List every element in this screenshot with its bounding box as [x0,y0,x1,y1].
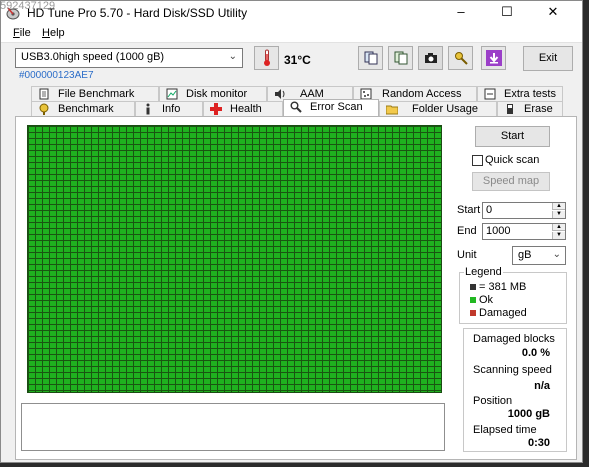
elapsed-time-value: 0:30 [527,437,550,449]
end-field[interactable]: 1000 ▲ ▼ [482,223,566,240]
legend-label: Ok [479,294,494,306]
health-icon [210,103,222,115]
menu-file[interactable]: File [13,27,31,39]
unit-select-value: gB [518,249,532,261]
disk-monitor-icon [166,88,178,100]
minimize-button[interactable]: – [438,1,484,25]
spin-up-icon[interactable]: ▲ [552,224,565,231]
tab-info[interactable]: Info [135,101,203,116]
tab-extra-tests[interactable]: Extra tests [477,86,563,101]
spin-down-icon[interactable]: ▼ [552,232,565,239]
screenshot-button[interactable] [418,46,443,70]
tab-file-benchmark[interactable]: File Benchmark [31,86,159,101]
legend-swatch [470,310,476,317]
tab-disk-monitor[interactable]: Disk monitor [159,86,267,101]
thermometer-icon [263,49,270,66]
temperature-button[interactable] [254,46,279,70]
window-title: HD Tune Pro 5.70 - Hard Disk/SSD Utility [27,6,248,20]
copy-screen-button[interactable] [388,46,413,70]
unit-label: Unit [457,249,477,261]
extra-tests-icon [484,88,496,100]
options-button[interactable] [448,46,473,70]
benchmark-icon [39,103,49,115]
unit-select[interactable]: gB ⌄ [512,246,566,265]
start-field-label: Start [457,204,481,216]
menu-help-label: elp [49,27,65,39]
file-benchmark-icon [39,88,49,100]
tab-label: Info [162,103,181,115]
scan-log-box[interactable] [21,403,445,451]
copy-info-icon [364,51,377,65]
folder-icon [386,105,398,115]
menu-file-mnemonic: F [13,27,20,39]
menu-help-mnemonic: H [42,27,50,39]
start-field-value: 0 [486,204,493,216]
start-scan-button[interactable]: Start [475,126,550,147]
title-bar: HD Tune Pro 5.70 - Hard Disk/SSD Utility… [1,1,582,25]
tab-label: Health [230,103,262,115]
screenshot-icon [424,53,437,63]
legend-item-damaged: Damaged [470,307,527,319]
menu-help[interactable]: Help [42,27,65,39]
end-field-label: End [457,225,477,237]
drive-select-value: USB3.0high speed (1000 gB) [21,51,165,63]
magnifier-icon [290,101,302,113]
scan-block-grid [27,125,442,393]
tab-label: Extra tests [504,88,556,100]
spin-up-icon[interactable]: ▲ [552,203,565,210]
damaged-blocks-label: Damaged blocks [473,333,555,345]
end-field-value: 1000 [486,225,511,237]
temperature-readout: 31°C [284,53,311,67]
menu-bar: File Help [1,25,582,43]
tab-label: Benchmark [58,103,114,115]
tab-label: Error Scan [310,101,363,113]
chevron-down-icon: ⌄ [228,51,237,62]
quick-scan-checkbox[interactable] [472,155,483,166]
close-button[interactable]: ✕ [530,1,576,25]
legend-swatch [470,297,476,304]
tab-label: File Benchmark [58,88,135,100]
legend-item-block-size: = 381 MB [470,281,526,293]
legend-label: Damaged [479,307,527,319]
app-window: HD Tune Pro 5.70 - Hard Disk/SSD Utility… [0,0,583,463]
copy-info-button[interactable] [358,46,383,70]
tab-label: Random Access [382,88,462,100]
legend-swatch [470,284,476,291]
maximize-button[interactable]: ☐ [484,1,530,25]
drive-select[interactable]: USB3.0high speed (1000 gB) ⌄ [15,48,243,68]
download-button[interactable] [481,46,506,70]
erase-icon [507,104,513,114]
spin-down-icon[interactable]: ▼ [552,211,565,218]
elapsed-time-label: Elapsed time [473,424,537,436]
tab-error-scan[interactable]: Error Scan [283,99,379,116]
tab-label: Disk monitor [186,88,248,100]
scanning-speed-label: Scanning speed [473,364,552,376]
legend-label: = 381 MB [479,281,527,293]
info-icon [146,103,150,115]
watermark-text: 592437129 [0,0,56,12]
legend-item-ok: Ok [470,294,493,306]
options-icon [454,52,468,65]
copy-screen-icon [394,51,407,65]
tab-label: Erase [524,103,553,115]
exit-button[interactable]: Exit [523,46,573,71]
position-value: 1000 gB [507,408,550,420]
speed-map-button[interactable]: Speed map [472,172,550,191]
quick-scan-label: Quick scan [485,154,540,166]
start-field[interactable]: 0 ▲ ▼ [482,202,566,219]
position-label: Position [473,395,513,407]
tab-label: Folder Usage [412,103,479,115]
tab-folder-usage[interactable]: Folder Usage [379,101,497,116]
scanning-speed-value: n/a [534,380,550,392]
download-icon [485,50,502,66]
tab-health[interactable]: Health [203,101,283,116]
drive-serial: #000000123AE7 [19,70,94,81]
legend-title: Legend [464,266,503,278]
chevron-down-icon: ⌄ [552,249,561,260]
damaged-blocks-value: 0.0 % [521,347,550,359]
menu-file-label: ile [19,27,31,39]
tab-erase[interactable]: Erase [497,101,563,116]
tab-benchmark[interactable]: Benchmark [31,101,135,116]
